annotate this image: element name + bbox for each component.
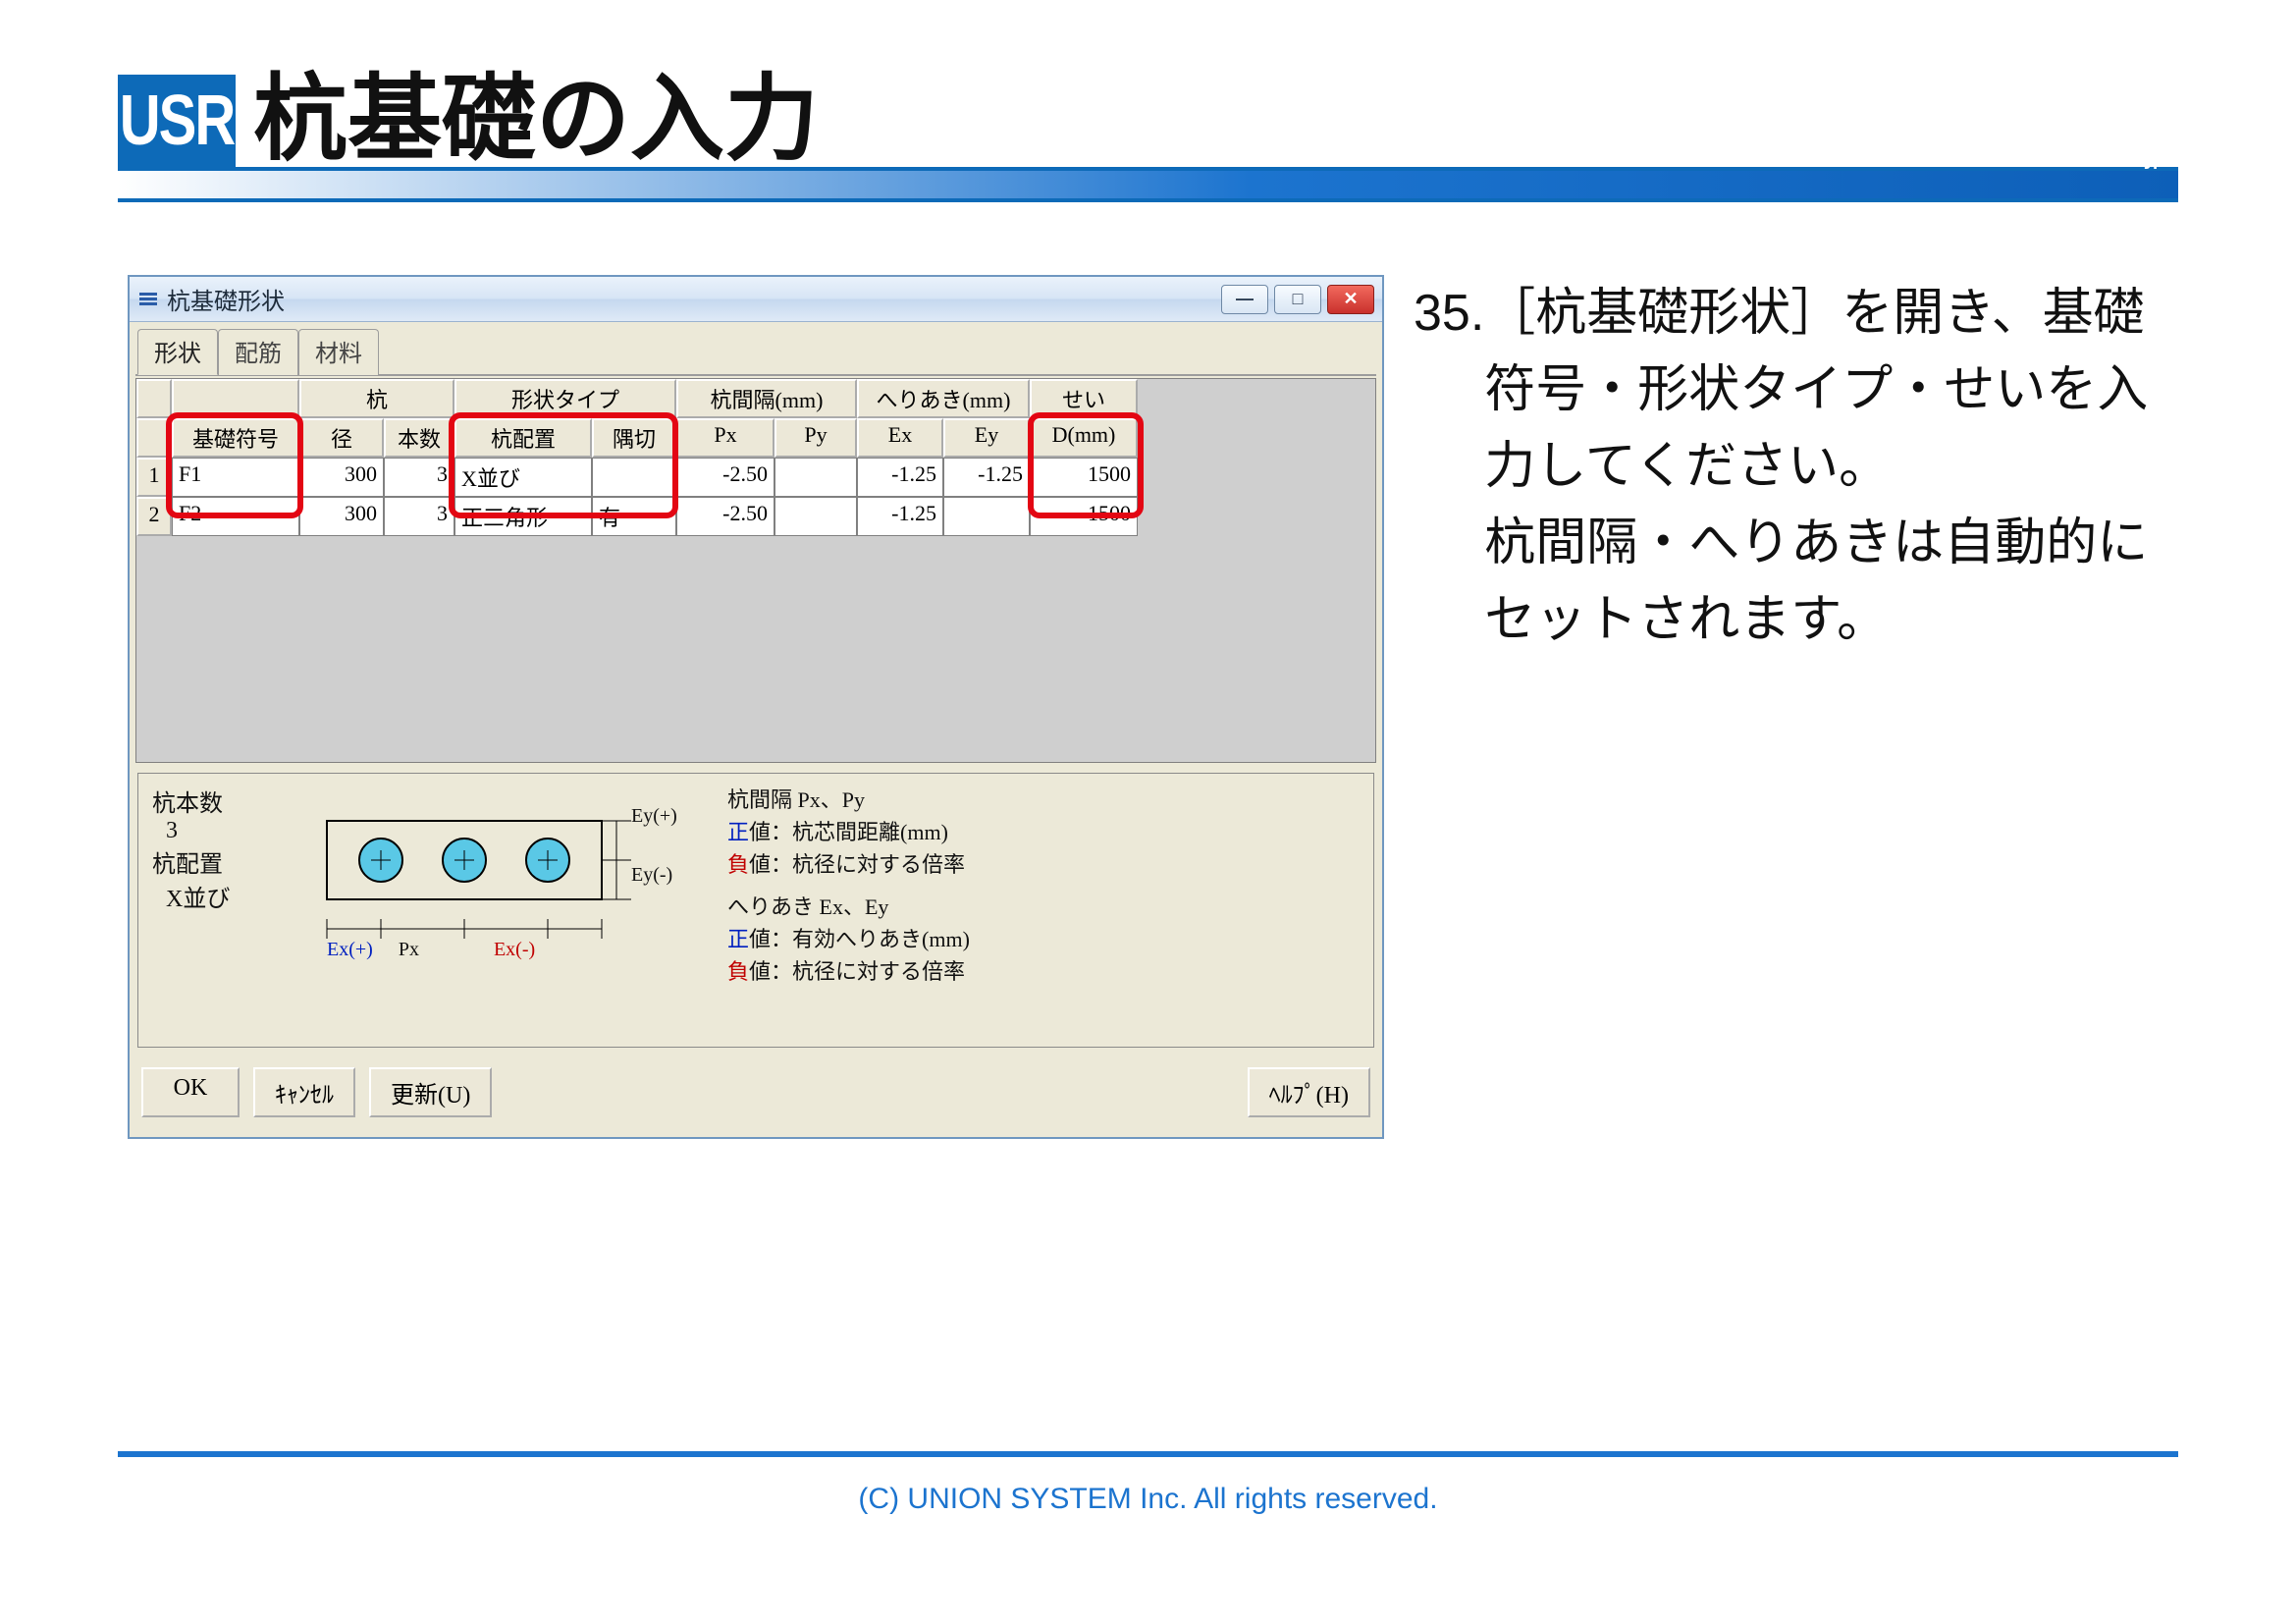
grid-corner	[136, 379, 172, 418]
cell-fugo[interactable]: F1	[172, 458, 299, 497]
col-kiso-fugo[interactable]: 基礎符号	[172, 418, 299, 458]
tab-shape[interactable]: 形状	[137, 329, 218, 375]
row-number: 1	[136, 458, 172, 497]
tab-material[interactable]: 材料	[298, 329, 379, 375]
cell-d[interactable]: 1500	[1030, 458, 1138, 497]
grid-group-sei: せい	[1030, 379, 1138, 418]
diag-ex-plus: Ex(+)	[327, 939, 373, 961]
header-url: www.unions.co.jp	[1941, 137, 2168, 171]
cell-haichi[interactable]: X並び	[454, 458, 592, 497]
maximize-button[interactable]: □	[1274, 285, 1321, 314]
row-number: 2	[136, 497, 172, 536]
instruction-number: 35.	[1414, 275, 1484, 658]
legend-edge-neg: 値：杭径に対する倍率	[749, 959, 965, 984]
table-row[interactable]: 2 F2 300 3 正三角形 有 -2.50 -1.25 1500	[136, 497, 1375, 536]
cell-ey[interactable]	[943, 497, 1030, 536]
col-dmm[interactable]: D(mm)	[1030, 418, 1138, 458]
cell-sumikiri[interactable]	[592, 458, 676, 497]
legend-pitch-pos: 値：杭芯間距離(mm)	[749, 820, 948, 844]
cell-haichi[interactable]: 正三角形	[454, 497, 592, 536]
window-icon	[137, 289, 159, 310]
grid-group-pile: 杭	[299, 379, 454, 418]
col-ex[interactable]: Ex	[857, 418, 943, 458]
col-rownum	[136, 418, 172, 458]
cell-ex[interactable]: -1.25	[857, 497, 943, 536]
col-honsu[interactable]: 本数	[384, 418, 454, 458]
col-kei[interactable]: 径	[299, 418, 384, 458]
data-grid[interactable]: 杭 形状タイプ 杭間隔(mm) へりあき(mm) せい 基礎符号 径 本数	[135, 378, 1376, 763]
col-sumikiri[interactable]: 隅切	[592, 418, 676, 458]
cell-sumikiri[interactable]: 有	[592, 497, 676, 536]
cell-py[interactable]	[774, 497, 857, 536]
cell-honsu[interactable]: 3	[384, 458, 454, 497]
legend-haichi-label: 杭配置	[152, 844, 270, 879]
cell-px[interactable]: -2.50	[676, 497, 774, 536]
usr-logo: USR	[118, 75, 236, 167]
close-button[interactable]: ✕	[1327, 285, 1374, 314]
legend-pos-label: 正	[727, 820, 749, 844]
legend-haichi-value: X並び	[152, 879, 270, 913]
diag-ey-plus: Ey(+)	[631, 805, 677, 827]
legend-edge-title: へりあき Ex、Ey	[727, 891, 1360, 923]
window-titlebar[interactable]: 杭基礎形状 — □ ✕	[130, 277, 1382, 322]
usr-logo-text: USR	[120, 85, 234, 157]
cell-py[interactable]	[774, 458, 857, 497]
window-title: 杭基礎形状	[167, 282, 285, 316]
diag-ey-minus: Ey(-)	[631, 864, 672, 886]
col-py[interactable]: Py	[774, 418, 857, 458]
cell-ey[interactable]: -1.25	[943, 458, 1030, 497]
legend-honsu-label: 杭本数	[152, 784, 270, 818]
pile-layout-diagram: Ey(+) Ey(-) Ex(+) Px Ex(-)	[288, 784, 710, 1037]
cell-fugo[interactable]: F2	[172, 497, 299, 536]
legend-neg-label2: 負	[727, 959, 749, 984]
cell-d[interactable]: 1500	[1030, 497, 1138, 536]
grid-group-pitch: 杭間隔(mm)	[676, 379, 857, 418]
title-gradient-bar	[118, 167, 2178, 202]
legend-edge-pos: 値：有効へりあき(mm)	[749, 927, 970, 951]
legend-pitch-title: 杭間隔 Px、Py	[727, 784, 1360, 816]
update-button[interactable]: 更新(U)	[369, 1067, 492, 1117]
ok-button[interactable]: OK	[141, 1067, 240, 1117]
diag-px: Px	[399, 939, 419, 961]
legend-neg-label: 負	[727, 852, 749, 877]
cell-honsu[interactable]: 3	[384, 497, 454, 536]
col-px[interactable]: Px	[676, 418, 774, 458]
dialog-window: 杭基礎形状 — □ ✕ 形状 配筋 材料	[128, 275, 1384, 1139]
cell-kei[interactable]: 300	[299, 497, 384, 536]
tab-strip: 形状 配筋 材料	[130, 322, 1382, 374]
tab-rebar[interactable]: 配筋	[218, 329, 298, 375]
legend-pos-label2: 正	[727, 927, 749, 951]
grid-empty-area	[136, 536, 1375, 762]
footer-divider	[118, 1451, 2178, 1457]
instruction-text: ［杭基礎形状］を開き、基礎符号・形状タイプ・せいを入力してください。 杭間隔・へ…	[1484, 275, 2168, 658]
grid-group-blank	[172, 379, 299, 418]
diag-ex-minus: Ex(-)	[494, 939, 535, 961]
cell-px[interactable]: -2.50	[676, 458, 774, 497]
legend-honsu-value: 3	[152, 818, 270, 844]
instruction-block: 35. ［杭基礎形状］を開き、基礎符号・形状タイプ・せいを入力してください。 杭…	[1414, 275, 2168, 658]
cell-ex[interactable]: -1.25	[857, 458, 943, 497]
cell-kei[interactable]: 300	[299, 458, 384, 497]
grid-group-shapetype: 形状タイプ	[454, 379, 676, 418]
cancel-button[interactable]: ｷｬﾝｾﾙ	[253, 1067, 355, 1117]
help-button[interactable]: ﾍﾙﾌﾟ(H)	[1248, 1067, 1370, 1117]
grid-group-edge: へりあき(mm)	[857, 379, 1030, 418]
col-haichi[interactable]: 杭配置	[454, 418, 592, 458]
page-title: 杭基礎の入力	[253, 73, 819, 167]
footer-copyright: (C) UNION SYSTEM Inc. All rights reserve…	[0, 1483, 2296, 1516]
legend-panel: 杭本数 3 杭配置 X並び	[137, 773, 1374, 1048]
minimize-button[interactable]: —	[1221, 285, 1268, 314]
table-row[interactable]: 1 F1 300 3 X並び -2.50 -1.25 -1.25 1500	[136, 458, 1375, 497]
col-ey[interactable]: Ey	[943, 418, 1030, 458]
legend-pitch-neg: 値：杭径に対する倍率	[749, 852, 965, 877]
